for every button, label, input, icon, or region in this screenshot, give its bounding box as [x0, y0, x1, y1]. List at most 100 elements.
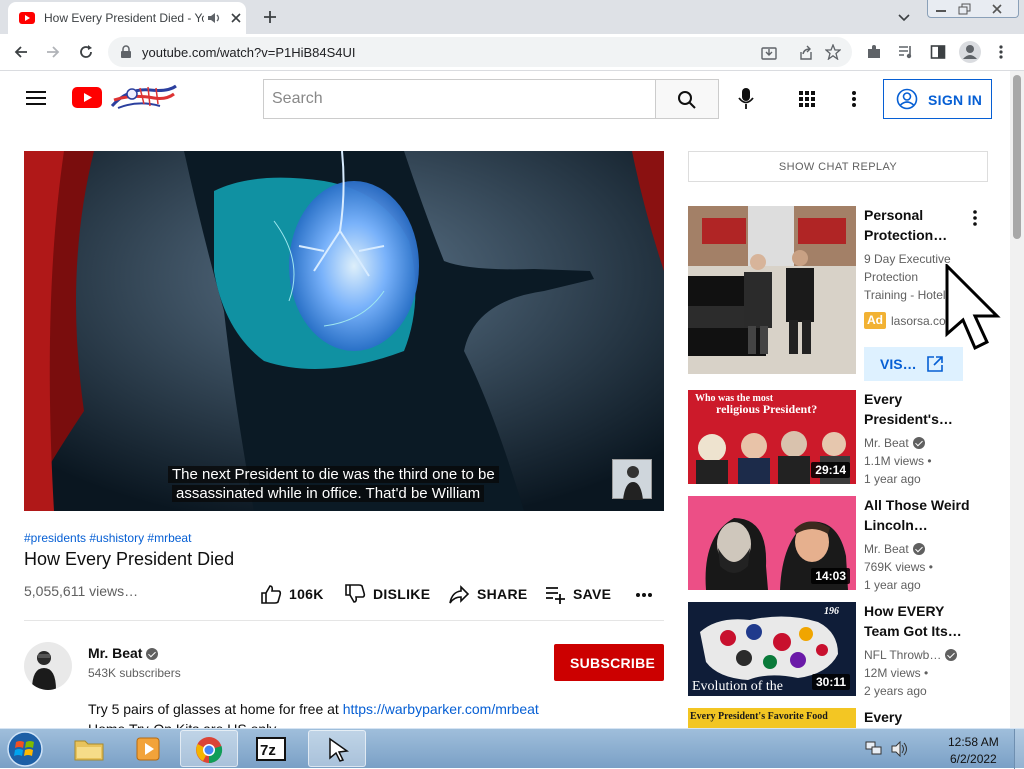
video-player[interactable]: The next President to die was the third …	[24, 151, 664, 511]
verified-icon	[912, 437, 925, 449]
ad-title[interactable]: Personal Protection…	[864, 205, 974, 245]
minimize-icon[interactable]	[934, 4, 948, 14]
related-video-thumbnail[interactable]: Evolution of the 196 30:11	[688, 602, 856, 696]
media-control-icon[interactable]	[898, 44, 914, 60]
upload-age: 2 years ago	[864, 684, 927, 698]
restore-icon[interactable]	[958, 3, 972, 15]
taskbar-chrome[interactable]	[180, 730, 238, 767]
title-line-1: How EVERY	[864, 603, 945, 619]
related-video-title[interactable]: All Those Weird Lincoln…	[864, 495, 979, 535]
subscribe-button[interactable]: SUBSCRIBE	[554, 644, 664, 681]
ad-more-options-icon[interactable]	[972, 209, 978, 227]
taskbar-7zip[interactable]: 7z	[242, 730, 300, 767]
thumb-text: Every President's Favorite Food	[690, 711, 828, 722]
scrollbar-thumb[interactable]	[1013, 75, 1021, 239]
browser-tab[interactable]: How Every President Died - YouTube	[8, 2, 246, 34]
video-duration: 29:14	[811, 462, 850, 478]
cursor-app-icon	[329, 737, 350, 762]
related-video-title[interactable]: Every President's…	[864, 389, 974, 429]
ad-title-line-2: Protection…	[864, 227, 948, 243]
apps-grid-icon[interactable]	[798, 90, 816, 108]
video-hashtags[interactable]: #presidents #ushistory #mrbeat	[24, 531, 191, 545]
address-bar[interactable]: youtube.com/watch?v=P1HiB84S4UI	[108, 37, 852, 67]
chrome-icon	[196, 737, 223, 764]
ad-badge: Ad	[864, 312, 886, 329]
audio-playing-icon[interactable]	[207, 12, 221, 24]
extensions-puzzle-icon[interactable]	[866, 44, 882, 60]
share-button[interactable]: SHARE	[448, 583, 528, 605]
account-circle-icon	[896, 88, 918, 110]
page-scrollbar[interactable]	[1010, 71, 1024, 728]
view-count[interactable]: 5,055,611 views…	[24, 583, 138, 599]
related-video-meta: NFL Throwb… 12M views • 2 years ago	[864, 646, 958, 700]
settings-more-icon[interactable]	[851, 90, 857, 108]
chrome-menu-icon[interactable]	[998, 44, 1004, 60]
save-button[interactable]: SAVE	[545, 583, 615, 605]
channel-avatar[interactable]	[24, 642, 72, 690]
start-button[interactable]	[4, 730, 46, 768]
channel-name[interactable]: NFL Throwb…	[864, 648, 941, 662]
clock-date[interactable]: 6/2/2022	[950, 752, 997, 766]
dislike-button[interactable]: DISLIKE	[344, 583, 434, 605]
video-duration: 14:03	[811, 568, 850, 584]
reload-icon[interactable]	[78, 44, 94, 60]
related-video-title[interactable]: How EVERY Team Got Its…	[864, 601, 974, 641]
channel-name[interactable]: Mr. Beat	[864, 436, 909, 450]
person-icon	[32, 651, 56, 690]
verified-icon	[912, 543, 925, 555]
search-box[interactable]	[263, 79, 656, 119]
volume-icon[interactable]	[891, 741, 909, 757]
side-panel-icon[interactable]	[930, 44, 946, 60]
caption-line-1: The next President to die was the third …	[168, 466, 499, 483]
profile-avatar[interactable]	[959, 41, 981, 63]
search-input[interactable]	[272, 90, 632, 108]
forward-arrow-icon[interactable]	[45, 44, 61, 60]
lock-icon[interactable]	[120, 45, 132, 59]
description-text: Try 5 pairs of glasses at home for free …	[88, 701, 343, 717]
youtube-logo-icon[interactable]	[72, 87, 102, 108]
search-button[interactable]	[655, 79, 719, 119]
show-desktop-button[interactable]	[1014, 729, 1024, 769]
show-chat-replay-button[interactable]: SHOW CHAT REPLAY	[688, 151, 988, 182]
sign-in-button[interactable]: SIGN IN	[883, 79, 992, 119]
hamburger-menu-icon[interactable]	[26, 90, 46, 106]
url-text: youtube.com/watch?v=P1HiB84S4UI	[142, 45, 356, 60]
channel-watermark[interactable]	[612, 459, 652, 500]
tab-search-chevron-icon[interactable]	[897, 10, 911, 24]
back-arrow-icon[interactable]	[13, 44, 29, 60]
channel-name[interactable]: Mr. Beat	[88, 645, 159, 661]
related-video-thumbnail[interactable]: Who was the most religious President? 29…	[688, 390, 856, 484]
microphone-icon[interactable]	[738, 87, 754, 111]
tab-close-icon[interactable]	[230, 12, 242, 24]
more-actions-icon[interactable]	[635, 592, 653, 598]
clock-time[interactable]: 12:58 AM	[948, 735, 999, 749]
install-app-icon[interactable]	[761, 45, 777, 61]
subscriber-count: 543K subscribers	[88, 666, 181, 680]
taskbar-file-explorer[interactable]	[60, 730, 118, 767]
sign-in-label: SIGN IN	[928, 92, 983, 108]
related-video-thumbnail[interactable]: 14:03	[688, 496, 856, 590]
bookmark-star-icon[interactable]	[825, 44, 841, 60]
dislike-label: DISLIKE	[373, 586, 431, 602]
ad-thumbnail[interactable]	[688, 206, 856, 374]
youtube-doodle-logo-icon[interactable]	[110, 84, 178, 110]
taskbar-pointer-app[interactable]	[308, 730, 366, 767]
title-line-2: Team Got Its…	[864, 623, 962, 639]
search-icon	[678, 91, 696, 109]
thumb-text: Evolution of the	[692, 679, 783, 694]
ad-desc-line-1: 9 Day Executive	[864, 252, 951, 266]
related-video-title[interactable]: Every	[864, 707, 974, 728]
description-link[interactable]: https://warbyparker.com/mrbeat	[343, 701, 539, 717]
network-icon[interactable]	[865, 741, 883, 757]
taskbar-media-player[interactable]	[120, 730, 178, 767]
related-video-thumbnail[interactable]: Every President's Favorite Food	[688, 708, 856, 728]
window-close-icon[interactable]	[990, 3, 1004, 15]
new-tab-icon[interactable]	[262, 9, 278, 25]
ad-thumbnail-image	[688, 206, 856, 374]
subscribe-label: SUBSCRIBE	[570, 655, 656, 671]
like-button[interactable]: 106K	[260, 583, 330, 605]
channel-name[interactable]: Mr. Beat	[864, 542, 909, 556]
share-page-icon[interactable]	[798, 45, 814, 61]
view-count: 12M views •	[864, 666, 929, 680]
video-frame	[24, 151, 664, 511]
